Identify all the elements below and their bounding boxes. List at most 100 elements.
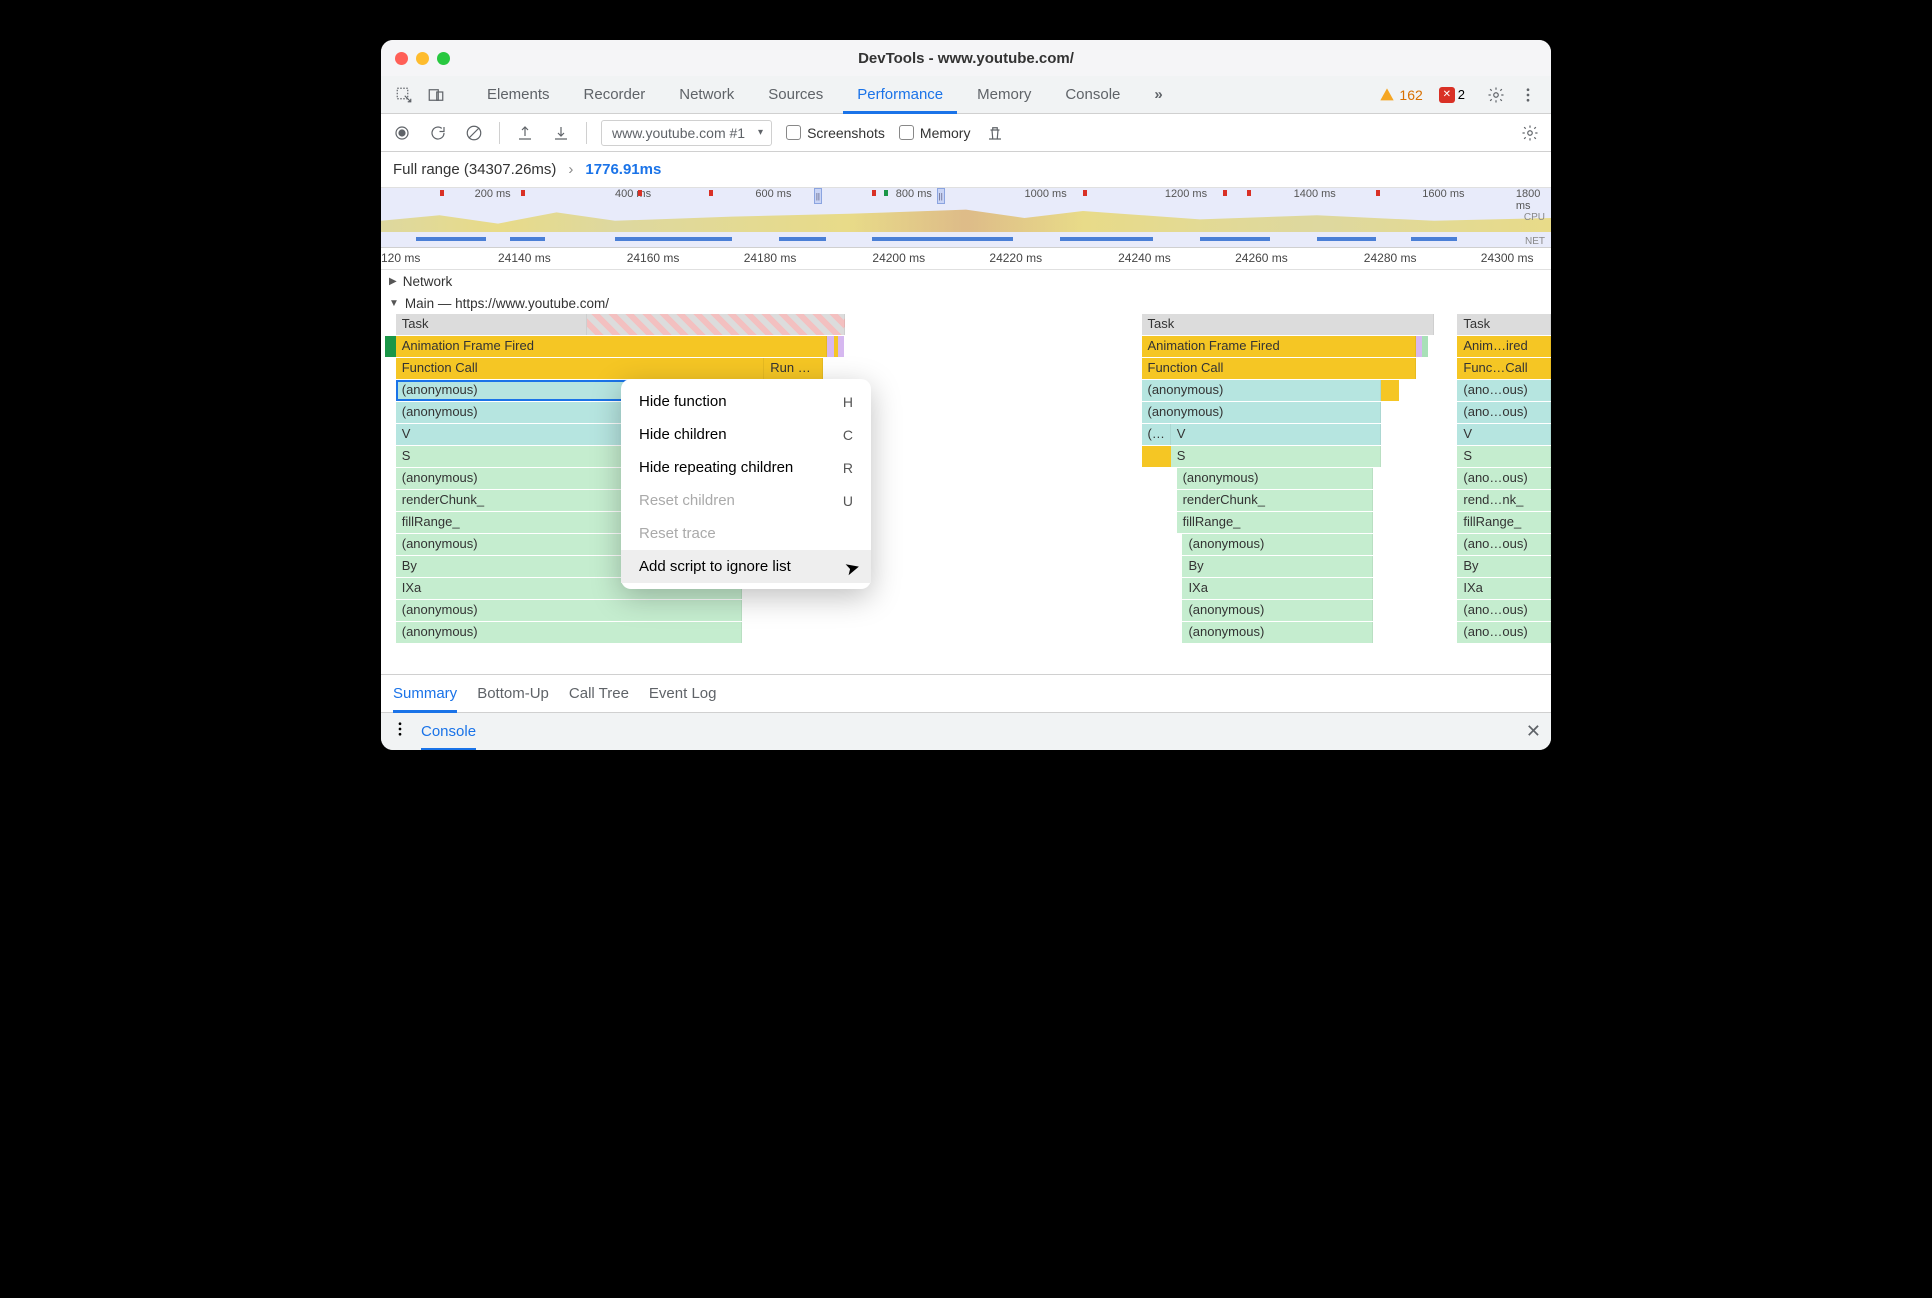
overview-handle-right[interactable]: ||: [937, 188, 945, 204]
flame-dots[interactable]: (…: [1142, 424, 1171, 445]
flame-renderchunk[interactable]: renderChunk_: [1177, 490, 1373, 511]
flame-ixa[interactable]: IXa: [1457, 578, 1551, 599]
flame-fillrange[interactable]: fillRange_: [1457, 512, 1551, 533]
checkbox-icon: [899, 125, 914, 140]
menu-hide-function[interactable]: Hide functionH: [621, 385, 871, 418]
ruler-tick: 24220 ms: [989, 251, 1042, 265]
flame-ixa[interactable]: IXa: [1182, 578, 1372, 599]
flame-function-call[interactable]: Func…Call: [1457, 358, 1551, 379]
tab-console[interactable]: Console: [1051, 76, 1134, 114]
errors-badge[interactable]: ✕ 2: [1439, 87, 1465, 103]
flame-animation-frame-fired[interactable]: Anim…ired: [1457, 336, 1551, 357]
flame-anonymous[interactable]: (anonymous): [1182, 622, 1372, 643]
flame-anonymous[interactable]: (ano…ous): [1457, 402, 1551, 423]
drawer-tab-console[interactable]: Console: [421, 713, 476, 751]
device-toolbar-icon[interactable]: [423, 82, 449, 108]
tab-bottom-up[interactable]: Bottom-Up: [477, 675, 549, 713]
console-drawer: Console ✕: [381, 712, 1551, 750]
inspect-element-icon[interactable]: [391, 82, 417, 108]
memory-checkbox[interactable]: Memory: [899, 125, 971, 141]
flame-animation-frame-fired[interactable]: Animation Frame Fired: [1142, 336, 1417, 357]
main-track-label: Main — https://www.youtube.com/: [405, 296, 609, 311]
flame-animation-frame-fired[interactable]: Animation Frame Fired: [396, 336, 827, 357]
maximize-window-button[interactable]: [437, 52, 450, 65]
flame-anonymous[interactable]: (anonymous): [396, 622, 742, 643]
flame-anonymous[interactable]: (ano…ous): [1457, 468, 1551, 489]
timeline-ruler[interactable]: 120 ms 24140 ms 24160 ms 24180 ms 24200 …: [381, 248, 1551, 270]
flame-run-microtasks[interactable]: Run M…asks: [764, 358, 823, 379]
tab-memory[interactable]: Memory: [963, 76, 1045, 114]
flame-function-call[interactable]: Function Call: [396, 358, 765, 379]
flame-task[interactable]: Task: [1457, 314, 1551, 335]
flame-task[interactable]: Task: [396, 314, 588, 335]
menu-add-script-to-ignore-list[interactable]: Add script to ignore list: [621, 550, 871, 583]
flame-task-long[interactable]: [587, 314, 845, 335]
garbage-collect-button[interactable]: [984, 122, 1006, 144]
tab-performance[interactable]: Performance: [843, 76, 957, 114]
upload-profile-button[interactable]: [514, 122, 536, 144]
download-profile-button[interactable]: [550, 122, 572, 144]
network-track-label: Network: [403, 274, 453, 289]
flame-v[interactable]: V: [1171, 424, 1382, 445]
flame-anonymous[interactable]: (anonymous): [1177, 468, 1373, 489]
menu-hide-children[interactable]: Hide childrenC: [621, 418, 871, 451]
flame-anonymous[interactable]: (anonymous): [1142, 402, 1382, 423]
menu-hide-repeating-children[interactable]: Hide repeating childrenR: [621, 451, 871, 484]
tab-network[interactable]: Network: [665, 76, 748, 114]
warnings-badge[interactable]: 162: [1379, 87, 1422, 103]
close-window-button[interactable]: [395, 52, 408, 65]
tab-recorder[interactable]: Recorder: [570, 76, 660, 114]
network-track-header[interactable]: ▶ Network: [381, 270, 1551, 292]
close-drawer-button[interactable]: ✕: [1526, 721, 1541, 742]
clear-button[interactable]: [463, 122, 485, 144]
timeline-overview[interactable]: 200 ms 400 ms 600 ms 800 ms 1000 ms 1200…: [381, 188, 1551, 248]
profile-select-value: www.youtube.com #1: [612, 125, 745, 141]
chevron-right-icon: ›: [568, 161, 573, 178]
tab-call-tree[interactable]: Call Tree: [569, 675, 629, 713]
profile-select[interactable]: www.youtube.com #1: [601, 120, 772, 146]
overview-handle-left[interactable]: ||: [814, 188, 822, 204]
flame-anonymous[interactable]: (anonymous): [1142, 380, 1382, 401]
breadcrumb-current-range[interactable]: 1776.91ms: [585, 161, 661, 178]
reload-record-button[interactable]: [427, 122, 449, 144]
flame-task[interactable]: Task: [1142, 314, 1435, 335]
flame-anonymous[interactable]: (ano…ous): [1457, 534, 1551, 555]
ruler-tick: 24180 ms: [744, 251, 797, 265]
flame-anonymous[interactable]: (anonymous): [1182, 534, 1372, 555]
flame-by[interactable]: By: [1182, 556, 1372, 577]
tab-event-log[interactable]: Event Log: [649, 675, 717, 713]
collapse-arrow-icon: ▼: [389, 298, 399, 309]
main-track-header[interactable]: ▼ Main — https://www.youtube.com/: [381, 292, 1551, 314]
screenshots-checkbox[interactable]: Screenshots: [786, 125, 885, 141]
flame-fillrange[interactable]: fillRange_: [1177, 512, 1373, 533]
flame-s[interactable]: S: [1171, 446, 1382, 467]
flame-anonymous[interactable]: (ano…ous): [1457, 380, 1551, 401]
capture-settings-icon[interactable]: [1519, 122, 1541, 144]
ruler-tick: 120 ms: [381, 251, 420, 265]
flame-v[interactable]: V: [1457, 424, 1551, 445]
memory-label: Memory: [920, 125, 971, 141]
flame-anonymous[interactable]: (anonymous): [396, 600, 742, 621]
tab-summary[interactable]: Summary: [393, 675, 457, 713]
record-button[interactable]: [391, 122, 413, 144]
screenshots-label: Screenshots: [807, 125, 885, 141]
flame-s[interactable]: S: [1457, 446, 1551, 467]
more-menu-icon[interactable]: [1515, 82, 1541, 108]
flame-function-call[interactable]: Function Call: [1142, 358, 1417, 379]
breadcrumb-full-range[interactable]: Full range (34307.26ms): [393, 161, 556, 178]
performance-toolbar: www.youtube.com #1 Screenshots Memory: [381, 114, 1551, 152]
tab-elements[interactable]: Elements: [473, 76, 564, 114]
flame-by[interactable]: By: [1457, 556, 1551, 577]
tab-sources[interactable]: Sources: [754, 76, 837, 114]
flame-anonymous[interactable]: (ano…ous): [1457, 600, 1551, 621]
settings-icon[interactable]: [1483, 82, 1509, 108]
flame-chart[interactable]: Task Animation Frame Fired Function Call…: [381, 314, 1551, 674]
expand-arrow-icon: ▶: [389, 276, 397, 287]
tabs-overflow-button[interactable]: »: [1140, 76, 1176, 114]
flame-anonymous[interactable]: (anonymous): [1182, 600, 1372, 621]
minimize-window-button[interactable]: [416, 52, 429, 65]
flame-anonymous[interactable]: (ano…ous): [1457, 622, 1551, 643]
errors-count: 2: [1458, 87, 1465, 102]
drawer-more-icon[interactable]: [391, 720, 409, 743]
flame-renderchunk[interactable]: rend…nk_: [1457, 490, 1551, 511]
